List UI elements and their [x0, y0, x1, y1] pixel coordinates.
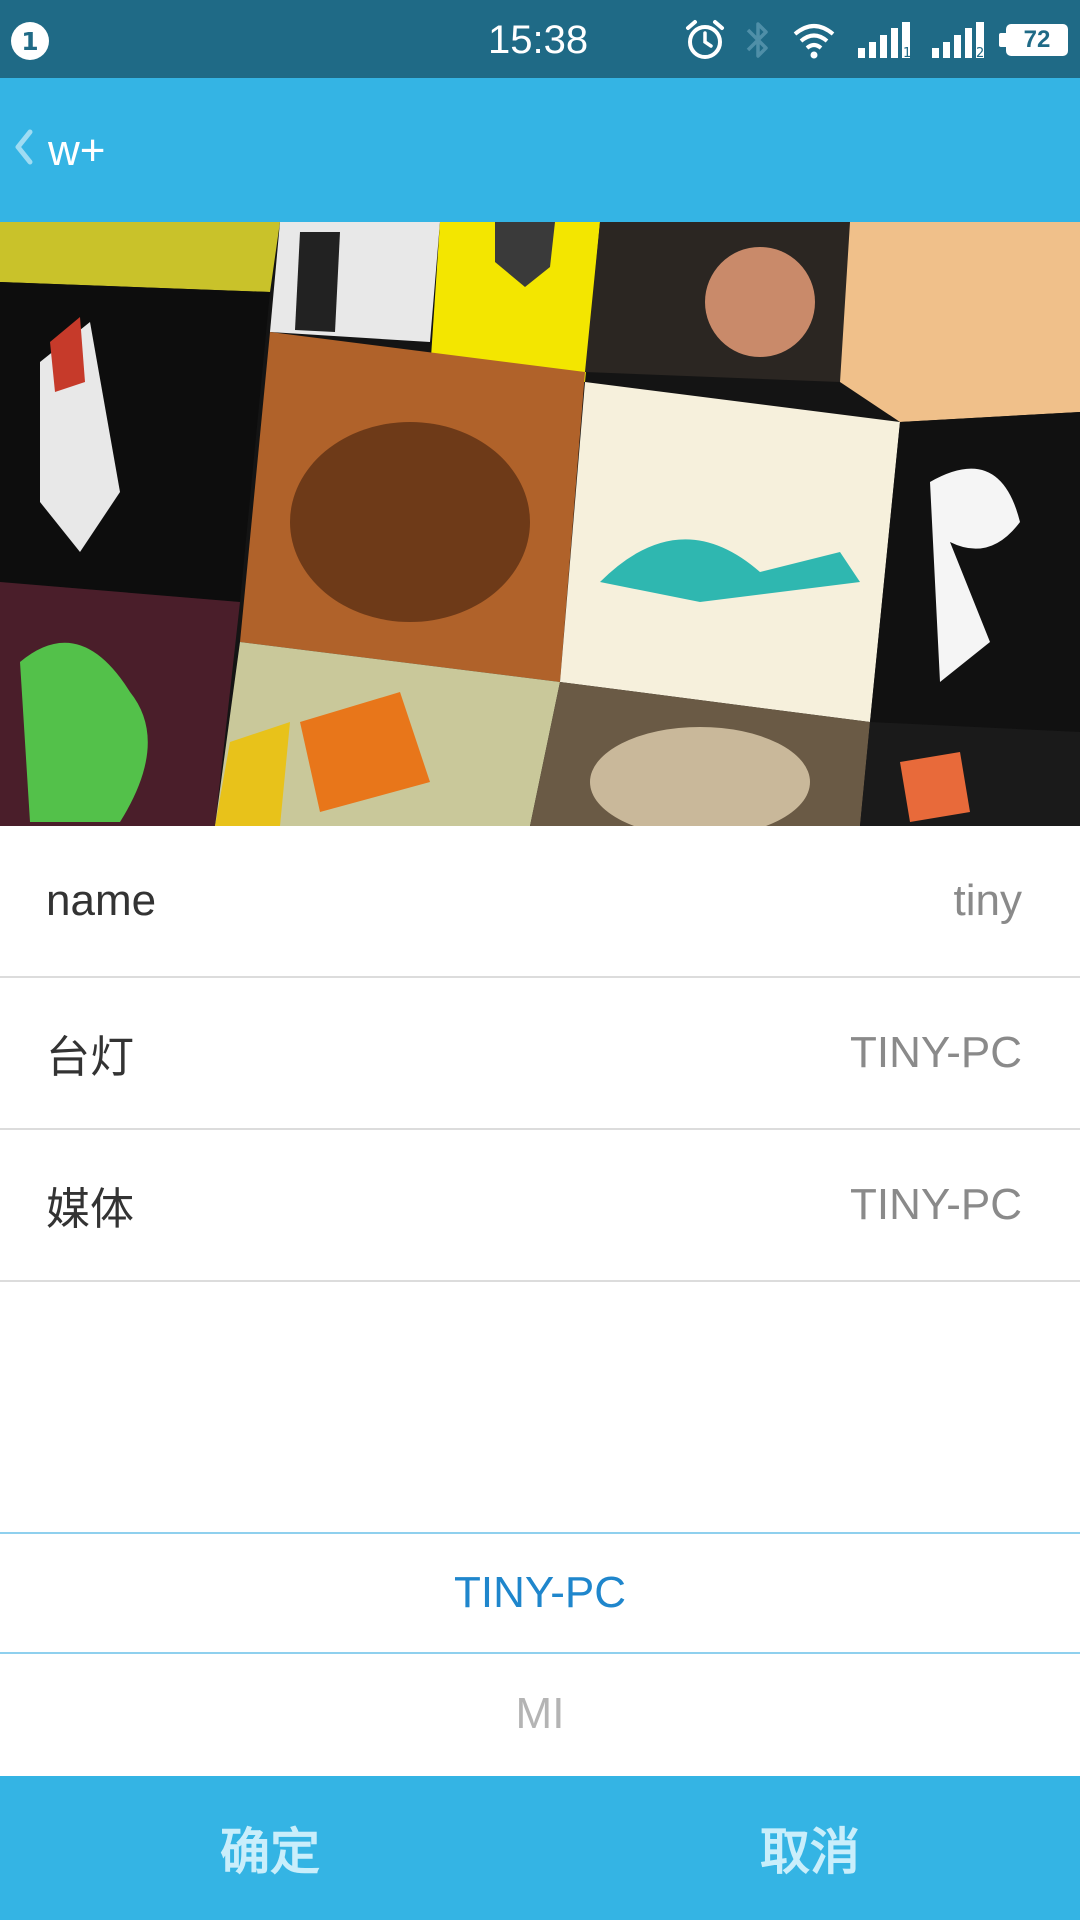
app-bar: w+ [0, 78, 1080, 222]
bluetooth-icon [746, 22, 768, 58]
row-name[interactable]: name tiny [0, 826, 1080, 978]
notification-badge: 1 [11, 22, 49, 60]
row-value: tiny [953, 876, 1022, 925]
cancel-button[interactable]: 取消 [540, 1776, 1080, 1920]
signal-sim1-icon: 1 [858, 22, 911, 61]
chevron-left-icon[interactable] [12, 128, 34, 166]
confirm-button[interactable]: 确定 [0, 1776, 540, 1920]
row-value: TINY-PC [850, 1180, 1022, 1229]
bottom-action-bar: 确定 取消 [0, 1776, 1080, 1920]
banner-image [0, 222, 1080, 826]
row-lamp[interactable]: 台灯 TINY-PC [0, 978, 1080, 1130]
status-time: 15:38 [488, 18, 589, 62]
svg-text:2: 2 [976, 46, 984, 61]
app-title[interactable]: w+ [48, 126, 105, 176]
settings-list: name tiny 台灯 TINY-PC 媒体 TINY-PC [0, 826, 1080, 1282]
row-media[interactable]: 媒体 TINY-PC [0, 1130, 1080, 1282]
battery-icon: 72 [999, 24, 1068, 56]
svg-text:1: 1 [903, 46, 911, 61]
row-value: TINY-PC [850, 1028, 1022, 1077]
status-bar: 1 15:38 1 2 72 [0, 0, 1080, 78]
signal-sim2-icon: 2 [932, 22, 984, 61]
row-label: name [46, 876, 157, 925]
row-label: 媒体 [46, 1185, 134, 1234]
collage-illustration [0, 222, 1080, 826]
row-label: 台灯 [46, 1033, 134, 1082]
device-picker[interactable]: TINY-PC MI [0, 1532, 1080, 1774]
alarm-icon [686, 20, 724, 59]
wifi-icon [793, 24, 835, 59]
picker-option-selected[interactable]: TINY-PC [0, 1532, 1080, 1654]
picker-option[interactable]: MI [0, 1654, 1080, 1774]
